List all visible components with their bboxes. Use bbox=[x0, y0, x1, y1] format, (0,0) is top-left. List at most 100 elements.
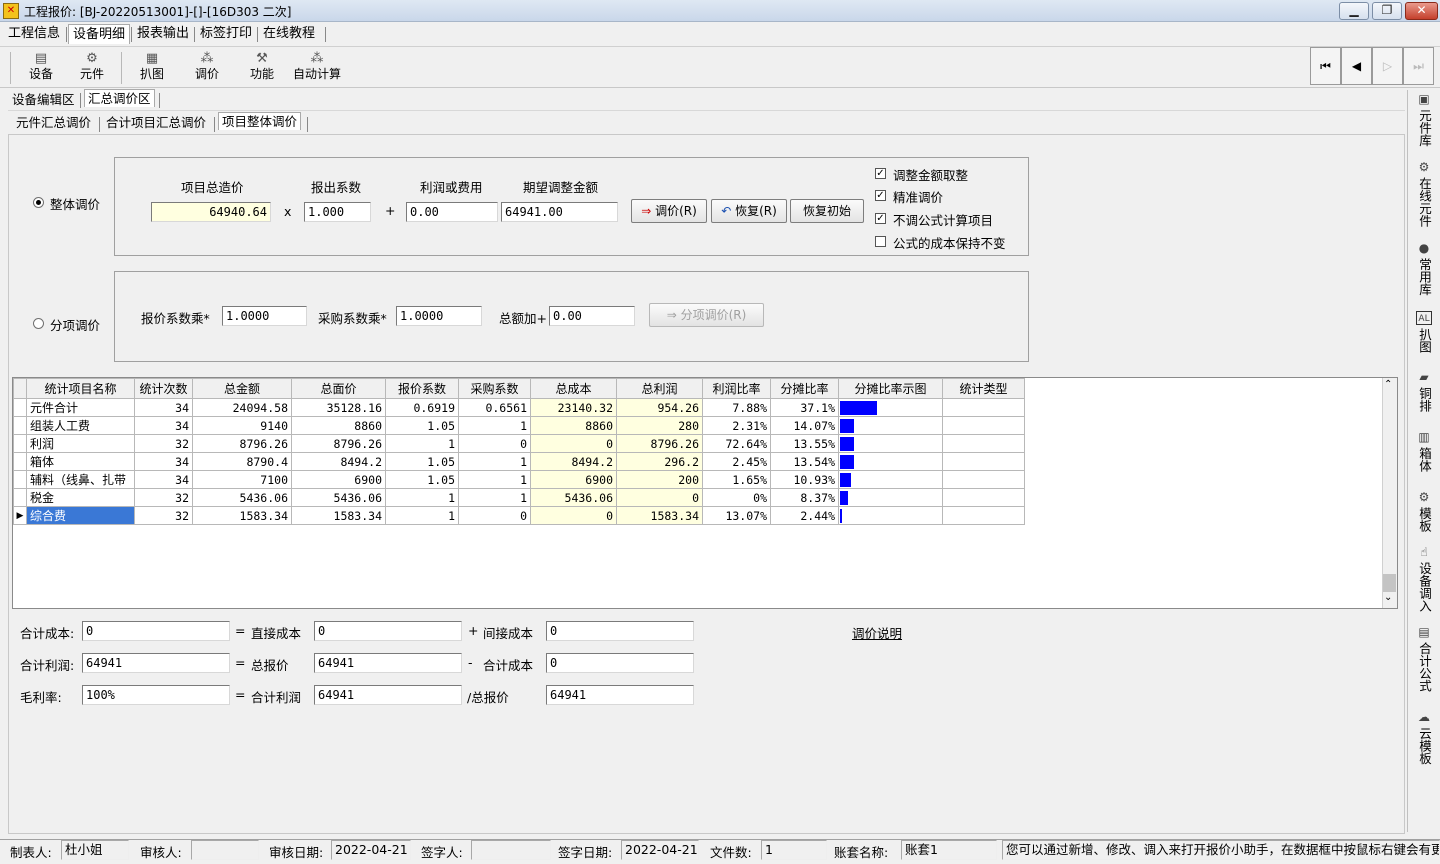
tab-device-detail[interactable]: 设备明细 bbox=[68, 24, 131, 44]
sidebar-item-template[interactable]: ⚙ 模板 bbox=[1411, 490, 1437, 535]
adjust-price-button[interactable]: ⇒ 调价(R) bbox=[631, 199, 707, 223]
tab-report-output[interactable]: 报表输出 bbox=[133, 24, 193, 44]
cell-name[interactable]: 组装人工费 bbox=[26, 416, 135, 435]
function-button[interactable]: ⚒ 功能 bbox=[237, 50, 287, 86]
cell-face[interactable]: 8796.26 bbox=[291, 434, 386, 453]
cell-profit[interactable]: 280 bbox=[616, 416, 703, 435]
restore-button[interactable]: ↶ 恢复(R) bbox=[711, 199, 787, 223]
table-row[interactable]: 利润 32 8796.26 8796.26 1 0 0 8796.26 72.64% 13.55% bbox=[13, 434, 1025, 453]
cell-cost[interactable]: 6900 bbox=[530, 470, 617, 489]
cell-profit-ratio[interactable]: 2.45% bbox=[702, 452, 771, 471]
cell-amount[interactable]: 7100 bbox=[192, 470, 292, 489]
cell-count[interactable]: 34 bbox=[134, 416, 193, 435]
scroll-up-icon[interactable]: ⌃ bbox=[1384, 379, 1392, 390]
row-indicator[interactable] bbox=[13, 398, 27, 417]
prev-record-icon[interactable]: ◀ bbox=[1341, 47, 1372, 85]
sidebar-item-online-component[interactable]: ⚙ 在线元件 bbox=[1411, 160, 1437, 230]
cell-quote[interactable]: 1 bbox=[385, 488, 459, 507]
item-adjust-radio[interactable] bbox=[33, 318, 44, 329]
header-amount[interactable]: 总金额 bbox=[192, 378, 292, 399]
cell-face[interactable]: 35128.16 bbox=[291, 398, 386, 417]
scroll-thumb[interactable] bbox=[1383, 574, 1396, 592]
cell-cost[interactable]: 8494.2 bbox=[530, 452, 617, 471]
row-indicator[interactable] bbox=[13, 488, 27, 507]
cell-profit-ratio[interactable]: 13.07% bbox=[702, 506, 771, 525]
tab-project-info[interactable]: 工程信息 bbox=[4, 24, 64, 44]
cell-purchase[interactable]: 0 bbox=[458, 434, 531, 453]
row-indicator[interactable] bbox=[13, 470, 27, 489]
quote-factor-field[interactable]: 1.000 bbox=[304, 202, 371, 222]
header-purchase[interactable]: 采购系数 bbox=[458, 378, 531, 399]
cell-purchase[interactable]: 1 bbox=[458, 452, 531, 471]
header-quote[interactable]: 报价系数 bbox=[385, 378, 459, 399]
row-indicator[interactable] bbox=[13, 452, 27, 471]
cell-share[interactable]: 13.54% bbox=[770, 452, 839, 471]
header-type[interactable]: 统计类型 bbox=[942, 378, 1025, 399]
first-record-icon[interactable]: ⏮ bbox=[1310, 47, 1341, 85]
total-profit-value-2[interactable]: 64941 bbox=[314, 685, 462, 705]
total-cost-value[interactable]: 0 bbox=[82, 621, 230, 641]
cell-count[interactable]: 32 bbox=[134, 434, 193, 453]
cell-purchase[interactable]: 1 bbox=[458, 470, 531, 489]
cell-cost[interactable]: 0 bbox=[530, 434, 617, 453]
cell-amount[interactable]: 9140 bbox=[192, 416, 292, 435]
cell-type[interactable] bbox=[942, 506, 1025, 525]
cell-quote[interactable]: 1.05 bbox=[385, 470, 459, 489]
sidebar-item-common-library[interactable]: ● 常用库 bbox=[1411, 241, 1437, 299]
cell-purchase[interactable]: 1 bbox=[458, 488, 531, 507]
row-indicator[interactable] bbox=[13, 434, 27, 453]
cell-type[interactable] bbox=[942, 398, 1025, 417]
cell-cost[interactable]: 8860 bbox=[530, 416, 617, 435]
cell-profit[interactable]: 1583.34 bbox=[616, 506, 703, 525]
cell-quote[interactable]: 1 bbox=[385, 434, 459, 453]
table-row[interactable]: 辅料（线鼻、扎带 34 7100 6900 1.05 1 6900 200 1.65% 10.93… bbox=[13, 470, 1025, 489]
cell-purchase[interactable]: 1 bbox=[458, 416, 531, 435]
total-add-field[interactable]: 0.00 bbox=[549, 306, 635, 326]
direct-cost-value[interactable]: 0 bbox=[314, 621, 462, 641]
sidebar-item-formula[interactable]: ▤ 合计公式 bbox=[1411, 625, 1437, 695]
cell-amount[interactable]: 8790.4 bbox=[192, 452, 292, 471]
expected-amount-field[interactable]: 64941.00 bbox=[501, 202, 618, 222]
total-quote-value-2[interactable]: 64941 bbox=[546, 685, 694, 705]
cell-type[interactable] bbox=[942, 452, 1025, 471]
tab-summary-adjust-area[interactable]: 汇总调价区 bbox=[84, 89, 155, 107]
cell-amount[interactable]: 1583.34 bbox=[192, 506, 292, 525]
cell-quote[interactable]: 1 bbox=[385, 506, 459, 525]
sidebar-item-import-device[interactable]: ☝ 设备调入 bbox=[1411, 545, 1437, 615]
device-button[interactable]: ▤ 设备 bbox=[16, 50, 66, 86]
cell-count[interactable]: 32 bbox=[134, 506, 193, 525]
sidebar-item-cloud-template[interactable]: ☁ 云模板 bbox=[1411, 710, 1437, 768]
total-cost-field[interactable]: 64940.64 bbox=[151, 202, 271, 222]
option-precise-checkbox[interactable]: ✓ bbox=[875, 190, 886, 201]
header-face[interactable]: 总面价 bbox=[291, 378, 386, 399]
last-record-icon[interactable]: ⏭ bbox=[1403, 47, 1434, 85]
cell-profit[interactable]: 0 bbox=[616, 488, 703, 507]
price-adjust-button[interactable]: ⁂ 调价 bbox=[182, 50, 232, 86]
cell-face[interactable]: 6900 bbox=[291, 470, 386, 489]
table-row[interactable]: ▶ 综合费 32 1583.34 1583.34 1 0 0 1583.34 13.07% 2.44… bbox=[13, 506, 1025, 525]
cell-purchase[interactable]: 0 bbox=[458, 506, 531, 525]
sidebar-item-component-library[interactable]: ▣ 元件库 bbox=[1411, 92, 1437, 150]
cell-share[interactable]: 13.55% bbox=[770, 434, 839, 453]
cell-purchase[interactable]: 0.6561 bbox=[458, 398, 531, 417]
cell-profit[interactable]: 8796.26 bbox=[616, 434, 703, 453]
cell-profit-ratio[interactable]: 2.31% bbox=[702, 416, 771, 435]
cell-share[interactable]: 10.93% bbox=[770, 470, 839, 489]
table-row[interactable]: 组装人工费 34 9140 8860 1.05 1 8860 280 2.31% 14.07% bbox=[13, 416, 1025, 435]
grid-scrollbar[interactable]: ⌃ ⌄ bbox=[1382, 378, 1397, 608]
tab-total-item-adjust[interactable]: 合计项目汇总调价 bbox=[103, 114, 209, 132]
table-row[interactable]: 箱体 34 8790.4 8494.2 1.05 1 8494.2 296.2 2.45% 13.… bbox=[13, 452, 1025, 471]
cell-cost[interactable]: 23140.32 bbox=[530, 398, 617, 417]
cell-face[interactable]: 1583.34 bbox=[291, 506, 386, 525]
cell-face[interactable]: 5436.06 bbox=[291, 488, 386, 507]
cell-type[interactable] bbox=[942, 488, 1025, 507]
profit-field[interactable]: 0.00 bbox=[406, 202, 498, 222]
tab-component-summary-adjust[interactable]: 元件汇总调价 bbox=[13, 114, 94, 132]
cell-profit[interactable]: 200 bbox=[616, 470, 703, 489]
cell-cost[interactable]: 0 bbox=[530, 506, 617, 525]
close-icon[interactable]: ✕ bbox=[1405, 2, 1438, 20]
auto-calc-button[interactable]: ⁂ 自动计算 bbox=[289, 50, 345, 86]
cell-share[interactable]: 14.07% bbox=[770, 416, 839, 435]
cell-quote[interactable]: 0.6919 bbox=[385, 398, 459, 417]
cell-cost[interactable]: 5436.06 bbox=[530, 488, 617, 507]
